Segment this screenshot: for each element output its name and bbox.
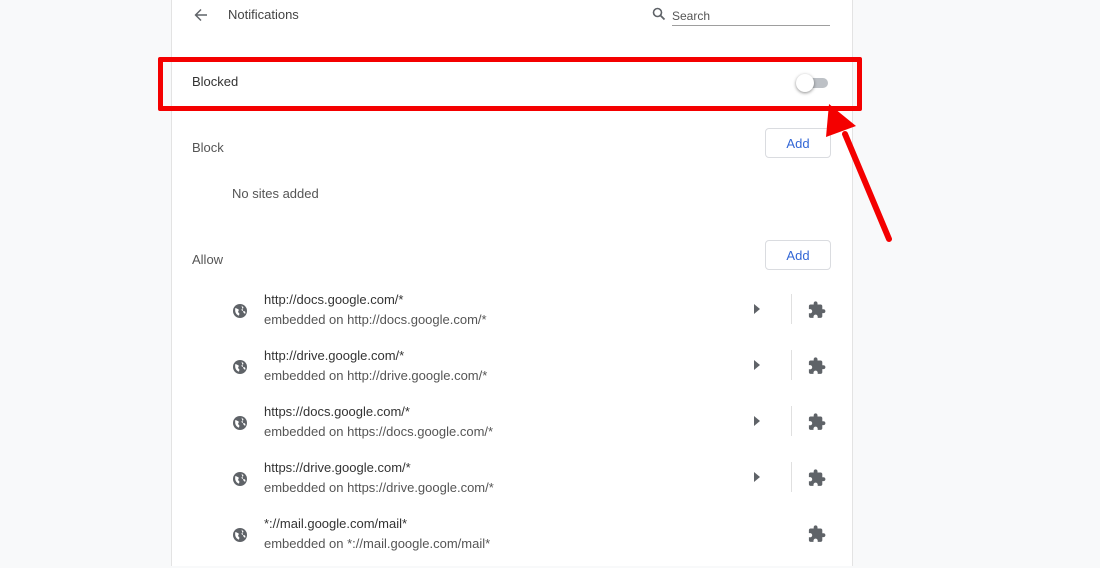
expand-arrow-button[interactable] [750, 356, 764, 374]
site-url: *://mail.google.com/mail* [264, 516, 408, 531]
expand-arrow-button[interactable] [750, 412, 764, 430]
divider [791, 406, 792, 436]
puzzle-piece-icon[interactable] [808, 357, 826, 375]
block-section-title: Block [192, 140, 224, 155]
site-url: https://drive.google.com/* [264, 460, 411, 475]
blocked-label: Blocked [192, 74, 239, 89]
site-embedded: embedded on http://drive.google.com/* [264, 368, 488, 383]
puzzle-piece-icon[interactable] [808, 525, 826, 543]
divider [791, 350, 792, 380]
site-embedded: embedded on https://docs.google.com/* [264, 424, 494, 439]
back-button[interactable] [190, 4, 212, 26]
arrow-left-icon [194, 9, 207, 21]
expand-arrow-button[interactable] [750, 300, 764, 318]
puzzle-piece-icon[interactable] [808, 301, 826, 319]
divider [791, 462, 792, 492]
site-embedded: embedded on https://drive.google.com/* [264, 480, 494, 495]
blocked-toggle[interactable] [796, 74, 830, 92]
globe-icon [232, 527, 248, 543]
toggle-knob [796, 74, 814, 92]
search-box[interactable] [652, 6, 832, 26]
header: Notifications [172, 0, 852, 30]
triangle-right-icon [754, 304, 760, 314]
site-url: https://docs.google.com/* [264, 404, 410, 419]
block-empty-text: No sites added [232, 186, 319, 201]
globe-icon [232, 471, 248, 487]
site-embedded: embedded on *://mail.google.com/mail* [264, 536, 491, 551]
search-input[interactable] [672, 6, 830, 26]
globe-icon [232, 415, 248, 431]
blocked-row: Blocked [172, 64, 852, 100]
page-title: Notifications [228, 7, 299, 22]
globe-icon [232, 359, 248, 375]
puzzle-piece-icon[interactable] [808, 469, 826, 487]
site-row[interactable]: http://docs.google.com/* embedded on htt… [172, 288, 852, 344]
site-url: http://drive.google.com/* [264, 348, 405, 363]
settings-card: Notifications Blocked Block Add No sites… [171, 0, 853, 566]
search-icon [652, 7, 666, 21]
triangle-right-icon [754, 472, 760, 482]
globe-icon [232, 303, 248, 319]
site-embedded: embedded on http://docs.google.com/* [264, 312, 487, 327]
site-row[interactable]: *://mail.google.com/mail* embedded on *:… [172, 512, 852, 568]
triangle-right-icon [754, 416, 760, 426]
expand-arrow-button[interactable] [750, 468, 764, 486]
site-row[interactable]: http://drive.google.com/* embedded on ht… [172, 344, 852, 400]
allow-section-title: Allow [192, 252, 224, 267]
divider [791, 294, 792, 324]
site-row[interactable]: https://drive.google.com/* embedded on h… [172, 456, 852, 512]
triangle-right-icon [754, 360, 760, 370]
site-url: http://docs.google.com/* [264, 292, 404, 307]
block-add-button[interactable]: Add [765, 128, 831, 158]
puzzle-piece-icon[interactable] [808, 413, 826, 431]
site-row[interactable]: https://docs.google.com/* embedded on ht… [172, 400, 852, 456]
allow-add-button[interactable]: Add [765, 240, 831, 270]
